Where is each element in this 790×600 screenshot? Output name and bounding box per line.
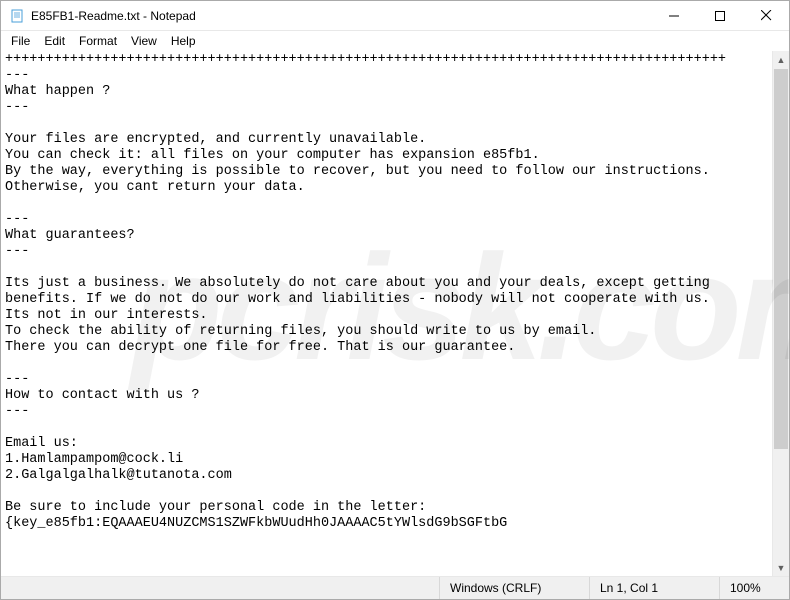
text-content[interactable]: ++++++++++++++++++++++++++++++++++++++++… [1, 51, 772, 576]
maximize-button[interactable] [697, 1, 743, 30]
close-button[interactable] [743, 1, 789, 30]
vertical-scrollbar[interactable]: ▲ ▼ [772, 51, 789, 576]
minimize-button[interactable] [651, 1, 697, 30]
titlebar[interactable]: E85FB1-Readme.txt - Notepad [1, 1, 789, 31]
scroll-up-icon[interactable]: ▲ [773, 51, 789, 68]
notepad-icon [9, 8, 25, 24]
menubar: File Edit Format View Help [1, 31, 789, 51]
status-encoding: Windows (CRLF) [439, 577, 589, 599]
scroll-down-icon[interactable]: ▼ [773, 559, 789, 576]
menu-edit[interactable]: Edit [38, 33, 71, 49]
scrollbar-thumb[interactable] [774, 69, 788, 449]
editor-area: pcrisk.com +++++++++++++++++++++++++++++… [1, 51, 789, 576]
notepad-window: E85FB1-Readme.txt - Notepad File Edit Fo… [0, 0, 790, 600]
window-title: E85FB1-Readme.txt - Notepad [31, 9, 651, 23]
statusbar: Windows (CRLF) Ln 1, Col 1 100% [1, 576, 789, 599]
menu-view[interactable]: View [125, 33, 163, 49]
status-position: Ln 1, Col 1 [589, 577, 719, 599]
menu-format[interactable]: Format [73, 33, 123, 49]
menu-help[interactable]: Help [165, 33, 202, 49]
menu-file[interactable]: File [5, 33, 36, 49]
status-zoom: 100% [719, 577, 789, 599]
window-controls [651, 1, 789, 30]
